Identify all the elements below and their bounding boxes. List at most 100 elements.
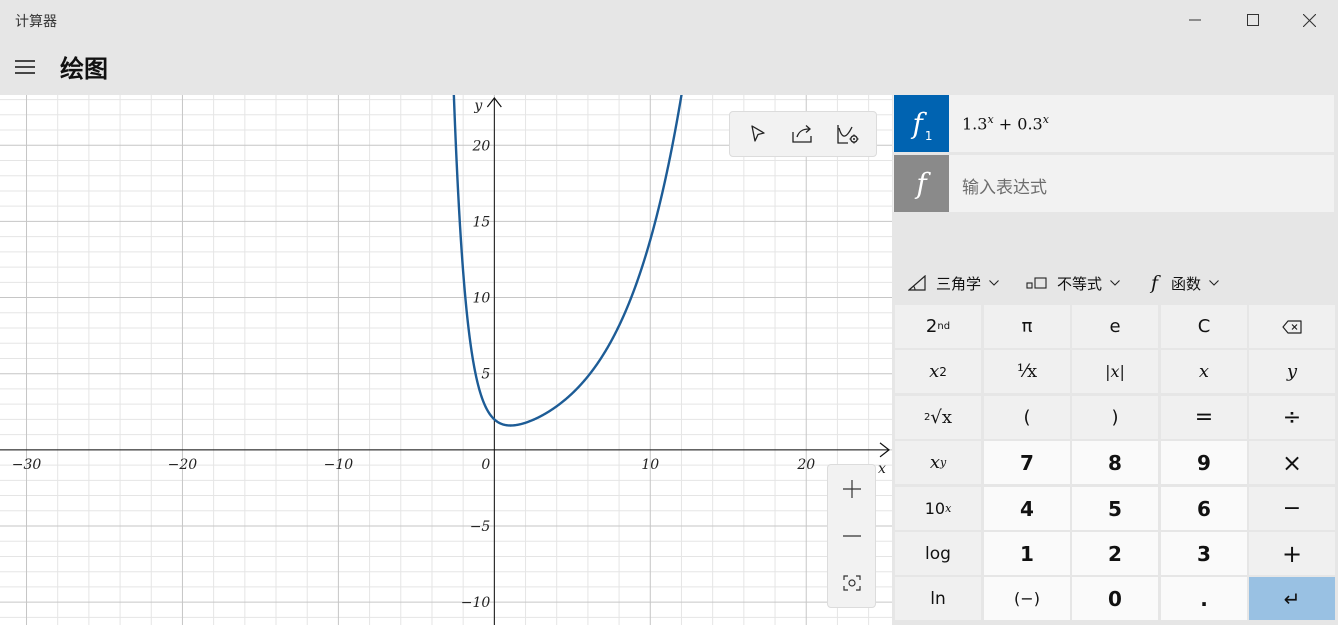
maximize-button[interactable]: [1224, 0, 1282, 40]
left-paren-key[interactable]: (: [984, 396, 1070, 439]
power-key[interactable]: xy: [895, 441, 981, 484]
multiply-key[interactable]: ×: [1249, 441, 1335, 484]
x-axis-label: x: [878, 461, 886, 477]
function-category-icon: f: [1151, 272, 1159, 294]
key-label: 8: [1108, 450, 1122, 475]
key-label: 2: [1108, 541, 1122, 566]
menu-button[interactable]: [6, 48, 44, 86]
digit-7-key[interactable]: 7: [984, 441, 1070, 484]
backspace-key[interactable]: [1249, 305, 1335, 348]
y-tick-label: 10: [473, 291, 491, 307]
ten-power-key[interactable]: 10 x: [895, 487, 981, 530]
negate-key[interactable]: (−): [984, 577, 1070, 620]
digit-8-key[interactable]: 8: [1072, 441, 1158, 484]
key-label: 4: [1020, 496, 1034, 521]
enter-key[interactable]: ↵: [1249, 577, 1335, 620]
key-label: (−): [1014, 589, 1040, 608]
share-button[interactable]: [783, 116, 823, 152]
key-label: ln: [930, 588, 946, 609]
close-button[interactable]: [1280, 0, 1338, 40]
equals-key[interactable]: =: [1161, 396, 1247, 439]
add-key[interactable]: +: [1249, 532, 1335, 575]
chevron-down-icon: [989, 280, 999, 286]
second-function-key[interactable]: 2nd: [895, 305, 981, 348]
zoom-in-button[interactable]: [828, 466, 875, 512]
key-label: e: [1109, 316, 1121, 337]
digit-9-key[interactable]: 9: [1161, 441, 1247, 484]
maximize-icon: [1247, 14, 1259, 26]
function-index: 1: [924, 128, 933, 143]
reset-view-button[interactable]: [828, 560, 875, 606]
trig-label: 三角学: [936, 274, 982, 293]
graph-canvas[interactable]: −30 −20 −10 0 10 20 20 15 10 5 −5 −10 x …: [0, 95, 892, 625]
key-label: y: [1286, 361, 1298, 382]
zoom-controls: [827, 464, 876, 608]
minimize-button[interactable]: [1166, 0, 1224, 40]
zoom-out-icon: [842, 535, 861, 537]
graph-toolbar: [729, 111, 877, 157]
digit-0-key[interactable]: 0: [1072, 577, 1158, 620]
ln-key[interactable]: ln: [895, 577, 981, 620]
hamburger-icon: [15, 60, 35, 74]
key-label: 1: [1020, 541, 1034, 566]
cursor-icon: [751, 125, 765, 142]
key-label: −: [1282, 496, 1302, 521]
clear-key[interactable]: C: [1161, 305, 1247, 348]
select-button[interactable]: [738, 116, 778, 152]
y-variable-key[interactable]: y: [1249, 350, 1335, 393]
y-tick-label: 15: [473, 214, 491, 230]
e-key[interactable]: e: [1072, 305, 1158, 348]
key-label: ÷: [1282, 405, 1302, 430]
square-key[interactable]: x2: [895, 350, 981, 393]
category-bar: 三角学 不等式 f 函数: [893, 263, 1338, 303]
key-label: x: [929, 452, 940, 473]
origin-label: 0: [481, 457, 490, 473]
digit-1-key[interactable]: 1: [984, 532, 1070, 575]
x-tick-label: −20: [168, 457, 198, 473]
inequality-dropdown[interactable]: 不等式: [1026, 263, 1120, 303]
right-paren-key[interactable]: ): [1072, 396, 1158, 439]
key-label-sup: y: [939, 456, 947, 469]
function-row-2[interactable]: f 输入表达式: [893, 155, 1334, 212]
expression-input[interactable]: 输入表达式: [962, 173, 1047, 198]
function-label: 函数: [1171, 274, 1202, 293]
function-1-expression[interactable]: 1.3x + 0.3x: [962, 113, 1049, 133]
graph-settings-icon: [836, 125, 859, 144]
function-dropdown[interactable]: f 函数: [1151, 263, 1219, 303]
graph-settings-button[interactable]: [828, 116, 868, 152]
backspace-icon: [1282, 319, 1302, 334]
x-tick-label: 20: [796, 457, 815, 473]
key-label: 10: [924, 499, 946, 518]
enter-icon: ↵: [1283, 586, 1301, 611]
triangle-icon: [908, 275, 926, 291]
key-label: 3: [1197, 541, 1211, 566]
square-root-key[interactable]: 2 √x: [895, 396, 981, 439]
key-label: log: [925, 543, 951, 564]
digit-2-key[interactable]: 2: [1072, 532, 1158, 575]
absolute-value-key[interactable]: |x|: [1072, 350, 1158, 393]
key-label-sup: x: [945, 502, 952, 515]
key-label: 5: [1108, 496, 1122, 521]
digit-4-key[interactable]: 4: [984, 487, 1070, 530]
inequality-label: 不等式: [1057, 274, 1103, 293]
share-icon: [792, 125, 812, 143]
log-key[interactable]: log: [895, 532, 981, 575]
zoom-out-button[interactable]: [828, 513, 875, 559]
function-1-color-tile[interactable]: f1: [894, 95, 949, 152]
function-row-1[interactable]: f1 1.3x + 0.3x: [893, 95, 1334, 152]
digit-6-key[interactable]: 6: [1161, 487, 1247, 530]
decimal-point-key[interactable]: .: [1161, 577, 1247, 620]
trig-dropdown[interactable]: 三角学: [908, 263, 999, 303]
digit-5-key[interactable]: 5: [1072, 487, 1158, 530]
pi-key[interactable]: π: [984, 305, 1070, 348]
header: 绘图: [0, 40, 1338, 95]
key-label: 7: [1020, 450, 1034, 475]
subtract-key[interactable]: −: [1249, 487, 1335, 530]
chevron-down-icon: [1209, 280, 1219, 286]
key-label: |x|: [1105, 362, 1125, 381]
digit-3-key[interactable]: 3: [1161, 532, 1247, 575]
x-variable-key[interactable]: x: [1161, 350, 1247, 393]
divide-key[interactable]: ÷: [1249, 396, 1335, 439]
reciprocal-key[interactable]: ¹⁄x: [984, 350, 1070, 393]
chevron-down-icon: [1110, 280, 1120, 286]
